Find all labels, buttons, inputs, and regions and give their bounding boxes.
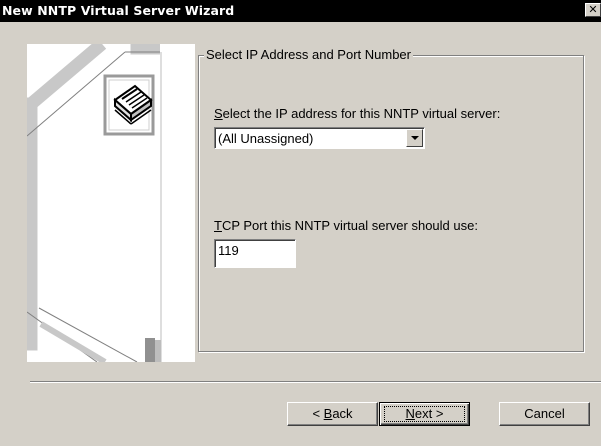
wizard-illustration — [27, 44, 195, 362]
focus-indicator — [384, 406, 465, 422]
cancel-label: Cancel — [524, 406, 565, 421]
news-server-illustration — [27, 44, 195, 362]
back-label: ack — [332, 406, 353, 421]
tcp-port-label: TCP Port this NNTP virtual server should… — [214, 218, 478, 233]
close-button[interactable]: ✕ — [585, 3, 601, 17]
ip-address-selected: (All Unassigned) — [218, 131, 314, 146]
ip-address-select[interactable]: (All Unassigned) — [214, 127, 425, 149]
cancel-button[interactable]: Cancel — [499, 402, 590, 426]
title-bar[interactable]: New NNTP Virtual Server Wizard ✕ — [0, 0, 601, 22]
window-title: New NNTP Virtual Server Wizard — [2, 3, 235, 18]
chevron-down-icon — [411, 136, 419, 140]
tcp-port-field[interactable]: 119 — [214, 239, 296, 268]
wizard-window: New NNTP Virtual Server Wizard ✕ Select … — [0, 0, 601, 446]
ip-label-text: elect the IP address for this NNTP virtu… — [222, 106, 501, 121]
ip-label-accelerator: S — [214, 106, 223, 121]
back-button[interactable]: < Back — [287, 402, 378, 426]
port-label-text: CP Port this NNTP virtual server should … — [221, 218, 478, 233]
next-button[interactable]: Next > — [379, 402, 470, 426]
tcp-port-value: 119 — [218, 243, 239, 258]
close-icon: ✕ — [588, 3, 598, 16]
ip-address-label: Select the IP address for this NNTP virt… — [214, 106, 500, 121]
ip-dropdown-button[interactable] — [406, 129, 423, 147]
port-label-accelerator: T — [214, 218, 222, 233]
ip-port-groupbox — [198, 55, 584, 352]
footer-separator — [30, 381, 601, 383]
back-prefix: < — [312, 406, 324, 421]
groupbox-caption: Select IP Address and Port Number — [204, 47, 413, 62]
